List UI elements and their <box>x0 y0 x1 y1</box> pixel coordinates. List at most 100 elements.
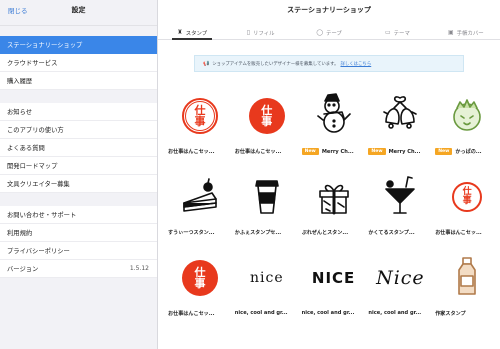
new-badge: New <box>301 148 319 155</box>
sidebar-item-label: お問い合わせ・サポート <box>7 212 77 219</box>
sidebar-title: 設定 <box>71 6 86 14</box>
stamp-name: Merry Ch... <box>321 148 354 155</box>
sidebar-item[interactable]: お知らせ <box>0 103 157 121</box>
tab-label: テーマ <box>393 30 410 37</box>
stamp-thumbnail[interactable]: nice <box>239 250 295 306</box>
tab-refill[interactable]: ▯ リフィル <box>226 26 294 39</box>
sidebar-item-label: プライバシーポリシー <box>7 248 70 255</box>
tab-theme[interactable]: ▭ テーマ <box>363 26 431 39</box>
new-badge: New <box>368 148 386 155</box>
stamp-thumbnail[interactable]: 仕事 <box>439 169 495 225</box>
stamp-thumbnail[interactable] <box>372 169 428 225</box>
stamp-item[interactable]: 仕事お仕事はんこセッ... <box>166 250 233 331</box>
sidebar-item[interactable]: ステーショナリーショップ <box>0 36 157 54</box>
designer-recruit-banner[interactable]: 📢 ショップアイテムを販売したいデザイナー様を募集しています。 詳しくはこちら <box>194 55 464 72</box>
bottle-icon <box>445 254 489 302</box>
snowman-icon <box>312 92 356 140</box>
stamp-thumbnail[interactable]: 仕事 <box>172 250 228 306</box>
stamp-name: お仕事はんこセッ... <box>234 149 282 155</box>
sidebar-group: お問い合わせ・サポート 利用規約プライバシーポリシーバージョン 1.5.12 <box>0 206 157 278</box>
stamp-caption: 作家スタンプ <box>435 310 500 317</box>
sidebar-item[interactable]: クラウドサービス <box>0 54 157 72</box>
sidebar-item-label: 文具クリエイター募集 <box>7 181 70 188</box>
sidebar-item-label: ステーショナリーショップ <box>7 42 83 49</box>
banner-link[interactable]: 詳しくはこちら <box>340 61 371 67</box>
stamp-word-image: Nice <box>376 267 425 289</box>
stamp-thumbnail[interactable]: 仕事 <box>172 88 228 144</box>
stamp-thumbnail[interactable] <box>172 169 228 225</box>
tab-label: テープ <box>325 30 342 37</box>
sidebar-spacer <box>0 193 157 206</box>
version-value: 1.5.12 <box>129 265 149 272</box>
stamp-grid: 仕事お仕事はんこセッ... 仕事お仕事はんこセッ... New Merry Ch..… <box>166 88 500 331</box>
stamp-item[interactable]: 作家スタンプ <box>433 250 500 331</box>
stamp-item[interactable]: nice nice, cool and gr... <box>233 250 300 331</box>
page-title: ステーショナリーショップ <box>287 6 371 14</box>
stamp-item[interactable]: ぷれぜんとスタン... <box>300 169 367 250</box>
shop-panel: ステーショナリーショップ ♜ スタンプ ▯ リフィル ◯ テープ ▭ テーマ ▣ 手帳カバー 📢 … <box>158 0 500 349</box>
stamp-caption: すうぃーつスタン... <box>168 229 233 236</box>
category-tabs: ♜ スタンプ ▯ リフィル ◯ テープ ▭ テーマ ▣ 手帳カバー <box>158 26 500 40</box>
sidebar-item[interactable]: よくある質問 <box>0 139 157 157</box>
stamp-name: お仕事はんこセッ... <box>435 230 482 236</box>
sidebar-item[interactable]: バージョン 1.5.12 <box>0 260 157 278</box>
sidebar-item[interactable]: 文具クリエイター募集 <box>0 175 157 193</box>
coffee-cup-icon <box>245 173 289 221</box>
stamp-row: 仕事お仕事はんこセッ... nice nice, cool and gr... NIC… <box>166 250 500 331</box>
sidebar-group: お知らせこのアプリの使い方よくある質問 開発ロードマップ文具クリエイター募集 <box>0 103 157 193</box>
new-badge: New <box>435 148 453 155</box>
stamp-item[interactable]: NICE nice, cool and gr... <box>300 250 367 331</box>
stamp-name: ぷれぜんとスタン... <box>301 230 349 236</box>
sidebar-item[interactable]: このアプリの使い方 <box>0 121 157 139</box>
stamp-caption: nice, cool and gr... <box>302 310 367 316</box>
stamp-name: お仕事はんこセッ... <box>168 149 215 155</box>
sidebar-item[interactable]: 利用規約 <box>0 224 157 242</box>
sidebar-item[interactable]: 開発ロードマップ <box>0 157 157 175</box>
stamp-thumbnail[interactable] <box>239 169 295 225</box>
sidebar-item-label: このアプリの使い方 <box>7 127 64 134</box>
stamp-thumbnail[interactable]: 仕事 <box>239 88 295 144</box>
stamp-item[interactable]: すうぃーつスタン... <box>166 169 233 250</box>
stamp-thumbnail[interactable] <box>439 88 495 144</box>
stamp-thumbnail[interactable] <box>372 88 428 144</box>
stamp-item[interactable]: 仕事お仕事はんこセッ... <box>233 88 300 169</box>
notebook-cover-icon: ▣ <box>448 29 454 36</box>
stamp-item[interactable]: 仕事お仕事はんこセッ... <box>166 88 233 169</box>
stamp-hanko-image: 仕事 <box>182 98 218 134</box>
stamp-thumbnail[interactable]: NICE <box>306 250 362 306</box>
tab-stamp[interactable]: ♜ スタンプ <box>158 26 226 40</box>
stamp-caption: かくてるスタンプ... <box>368 229 433 236</box>
stamp-name: すうぃーつスタン... <box>168 230 215 236</box>
sidebar-menu: ステーショナリーショップクラウドサービス購入履歴お知らせこのアプリの使い方よくあ… <box>0 36 157 278</box>
sidebar-item[interactable]: お問い合わせ・サポート <box>0 206 157 224</box>
refill-icon: ▯ <box>246 29 251 36</box>
stamp-name: かふぇスタンプセ... <box>234 230 282 236</box>
stamp-hanko-image: 仕事 <box>452 182 483 212</box>
app-window: 閉じる 設定 ステーショナリーショップ クラウドサービス 購入履歴 お知らせ このアプリ… <box>0 0 500 349</box>
stamp-item[interactable]: かくてるスタンプ... <box>366 169 433 250</box>
stamp-caption: ぷれぜんとスタン... <box>302 229 367 236</box>
kappa-icon <box>445 92 489 140</box>
stamp-item[interactable]: New Merry Ch... <box>300 88 367 169</box>
stamp-item[interactable]: かふぇスタンプセ... <box>233 169 300 250</box>
stamp-thumbnail[interactable]: Nice <box>372 250 428 306</box>
stamp-item[interactable]: Nice nice, cool and gr... <box>366 250 433 331</box>
stamp-caption: nice, cool and gr... <box>235 310 300 316</box>
stamp-item[interactable]: New Merry Ch... <box>366 88 433 169</box>
sidebar-item-label: 購入履歴 <box>7 78 33 85</box>
theme-icon: ▭ <box>384 29 391 36</box>
tab-label: 手帳カバー <box>456 30 484 37</box>
tab-notebook-cover[interactable]: ▣ 手帳カバー <box>432 26 500 39</box>
stamp-name: かくてるスタンプ... <box>368 230 415 236</box>
stamp-thumbnail[interactable] <box>306 169 362 225</box>
sidebar-item[interactable]: プライバシーポリシー <box>0 242 157 260</box>
sidebar-item-label: 利用規約 <box>7 230 33 237</box>
sidebar-item[interactable]: 購入履歴 <box>0 72 157 90</box>
stamp-thumbnail[interactable] <box>306 88 362 144</box>
stamp-name: 作家スタンプ <box>435 311 466 317</box>
stamp-thumbnail[interactable] <box>439 250 495 306</box>
stamp-item[interactable]: 仕事お仕事はんこセッ... <box>433 169 500 250</box>
stamp-item[interactable]: New かっぱの... <box>433 88 500 169</box>
stamp-caption: かふぇスタンプセ... <box>235 229 300 236</box>
tab-tape[interactable]: ◯ テープ <box>295 26 363 39</box>
